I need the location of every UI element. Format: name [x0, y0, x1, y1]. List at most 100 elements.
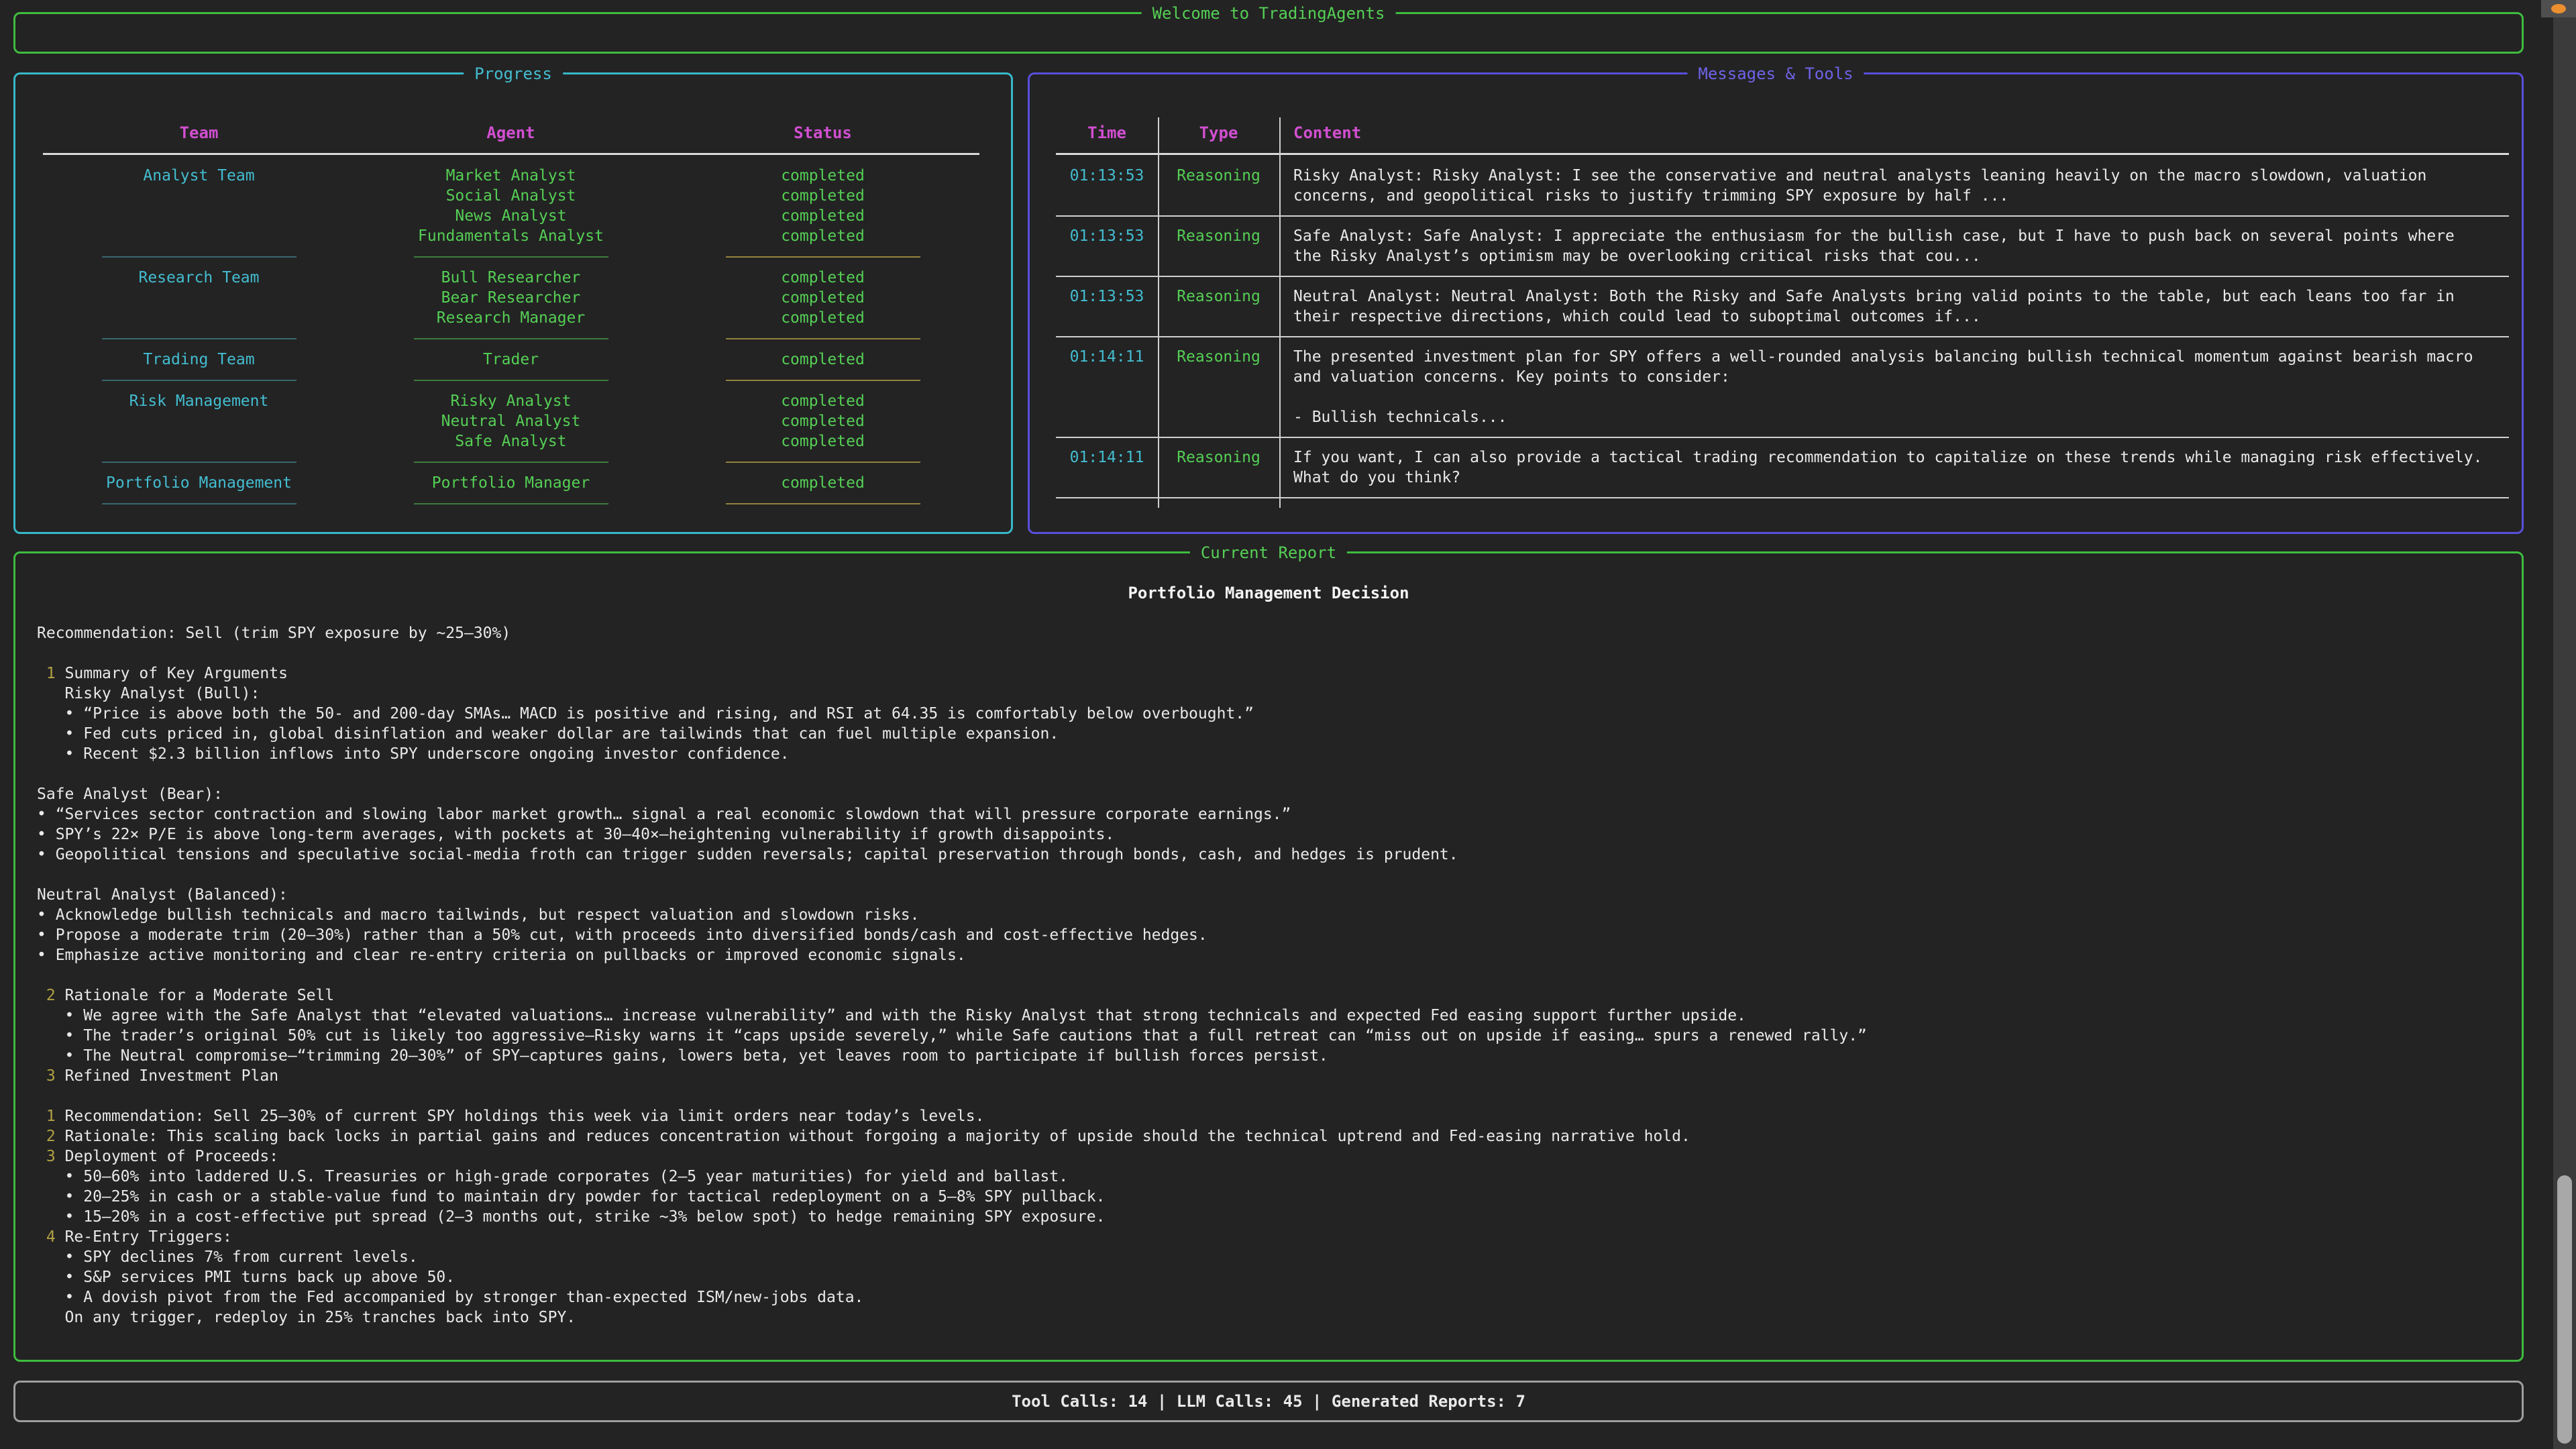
message-row-line: and valuation concerns. Key points to co…: [1056, 367, 2509, 387]
progress-separator: [43, 246, 979, 268]
report-lines: Recommendation: Sell (trim SPY exposure …: [37, 603, 2500, 1328]
message-row-line: their respective directions, which could…: [1056, 307, 2509, 327]
message-time: 01:14:11: [1056, 347, 1158, 367]
status-cell: completed: [667, 288, 979, 308]
separator-segment: [667, 370, 979, 391]
report-line: • 15–20% in a cost-effective put spread …: [37, 1207, 2500, 1227]
progress-column-header: Team: [43, 123, 355, 143]
report-line: • 20–25% in cash or a stable-value fund …: [37, 1187, 2500, 1207]
message-time: [1056, 468, 1158, 488]
report-line: 2 Rationale: This scaling back locks in …: [37, 1126, 2500, 1146]
status-cell: completed: [667, 226, 979, 246]
status-cell: completed: [667, 431, 979, 451]
separator-line: [414, 503, 608, 504]
scrollbar-top-button[interactable]: [2541, 0, 2576, 17]
separator-line: [726, 338, 920, 339]
status-cell: completed: [667, 166, 979, 186]
report-line: • The Neutral compromise—“trimming 20–30…: [37, 1046, 2500, 1066]
report-panel: Current Report Portfolio Management Deci…: [13, 551, 2524, 1362]
separator-segment: [667, 246, 979, 268]
status-cell: completed: [667, 350, 979, 370]
messages-column-header-type: Type: [1158, 123, 1279, 143]
message-row-line: the Risky Analyst’s optimism may be over…: [1056, 246, 2509, 266]
team-cell: Portfolio Management: [43, 473, 355, 493]
report-line: [37, 643, 2500, 663]
report-line: [37, 965, 2500, 985]
terminal-screen: { "colors": { "background": "#232323", "…: [0, 0, 2576, 1449]
message-type: [1158, 468, 1279, 488]
message-type: Reasoning: [1158, 286, 1279, 307]
agent-cell: News Analyst: [355, 206, 667, 226]
progress-row: News Analystcompleted: [43, 206, 979, 226]
message-row-line: 01:14:11ReasoningThe presented investmen…: [1056, 347, 2509, 367]
status-cell: completed: [667, 473, 979, 493]
message-time: 01:13:53: [1056, 166, 1158, 186]
team-cell: [43, 308, 355, 328]
progress-row: Research TeamBull Researchercompleted: [43, 268, 979, 288]
separator-line: [1056, 437, 2509, 438]
message-row-line: 01:14:11ReasoningIf you want, I can also…: [1056, 447, 2509, 468]
separator-segment: [43, 328, 355, 350]
separator-segment: [355, 451, 667, 473]
report-line-number: 2: [46, 987, 56, 1004]
rule-line: [43, 153, 979, 155]
message-row-line: [1056, 387, 2509, 407]
separator-segment: [43, 493, 355, 515]
message-type: [1158, 367, 1279, 387]
progress-row: Bear Researchercompleted: [43, 288, 979, 308]
progress-panel: Progress TeamAgentStatusAnalyst TeamMark…: [13, 72, 1013, 534]
progress-row: Research Managercompleted: [43, 308, 979, 328]
messages-column-header-content: Content: [1279, 123, 2509, 143]
messages-panel-title: Messages & Tools: [1687, 64, 1864, 84]
team-cell: Trading Team: [43, 350, 355, 370]
report-line: • The trader’s original 50% cut is likel…: [37, 1026, 2500, 1046]
progress-column-header: Status: [667, 123, 979, 143]
separator-segment: [667, 451, 979, 473]
scrollbar[interactable]: [2553, 0, 2576, 1449]
message-content: Safe Analyst: Safe Analyst: I appreciate…: [1279, 226, 2509, 246]
team-cell: [43, 186, 355, 206]
separator-line: [102, 338, 297, 339]
report-panel-title: Current Report: [1190, 543, 1347, 563]
separator-segment: [355, 493, 667, 515]
report-line: Safe Analyst (Bear):: [37, 784, 2500, 804]
message-row-line: 01:13:53ReasoningNeutral Analyst: Neutra…: [1056, 286, 2509, 307]
report-line: 1 Recommendation: Sell 25–30% of current…: [37, 1106, 2500, 1126]
report-line: • Geopolitical tensions and speculative …: [37, 845, 2500, 865]
report-line: [37, 1086, 2500, 1106]
status-cell: completed: [667, 268, 979, 288]
status-cell: completed: [667, 186, 979, 206]
separator-segment: [355, 328, 667, 350]
separator-segment: [43, 451, 355, 473]
welcome-panel: Welcome to TradingAgents: [13, 12, 2524, 54]
progress-header-rule: [43, 143, 979, 166]
scrollbar-thumb[interactable]: [2557, 1175, 2572, 1444]
messages-header-rule: [1056, 143, 2509, 166]
agent-cell: Social Analyst: [355, 186, 667, 206]
message-content: their respective directions, which could…: [1279, 307, 2509, 327]
separator-line: [102, 503, 297, 504]
orange-dot-icon: [2551, 4, 2566, 13]
message-type: [1158, 186, 1279, 206]
agent-cell: Bull Researcher: [355, 268, 667, 288]
report-line: [37, 764, 2500, 784]
message-content: The presented investment plan for SPY of…: [1279, 347, 2509, 367]
progress-separator: [43, 370, 979, 391]
message-time: [1056, 186, 1158, 206]
column-divider: [1158, 117, 1159, 508]
separator-segment: [43, 370, 355, 391]
report-line: [37, 603, 2500, 623]
agent-cell: Research Manager: [355, 308, 667, 328]
message-time: 01:13:53: [1056, 226, 1158, 246]
message-time: [1056, 307, 1158, 327]
message-type: [1158, 407, 1279, 427]
team-cell: Analyst Team: [43, 166, 355, 186]
separator-line: [414, 256, 608, 258]
report-line: • SPY’s 22× P/E is above long-term avera…: [37, 824, 2500, 845]
separator-segment: [355, 370, 667, 391]
report-line-number: 1: [46, 1108, 56, 1125]
progress-table: TeamAgentStatusAnalyst TeamMarket Analys…: [43, 123, 979, 515]
agent-cell: Bear Researcher: [355, 288, 667, 308]
progress-row: Analyst TeamMarket Analystcompleted: [43, 166, 979, 186]
report-line: • We agree with the Safe Analyst that “e…: [37, 1006, 2500, 1026]
